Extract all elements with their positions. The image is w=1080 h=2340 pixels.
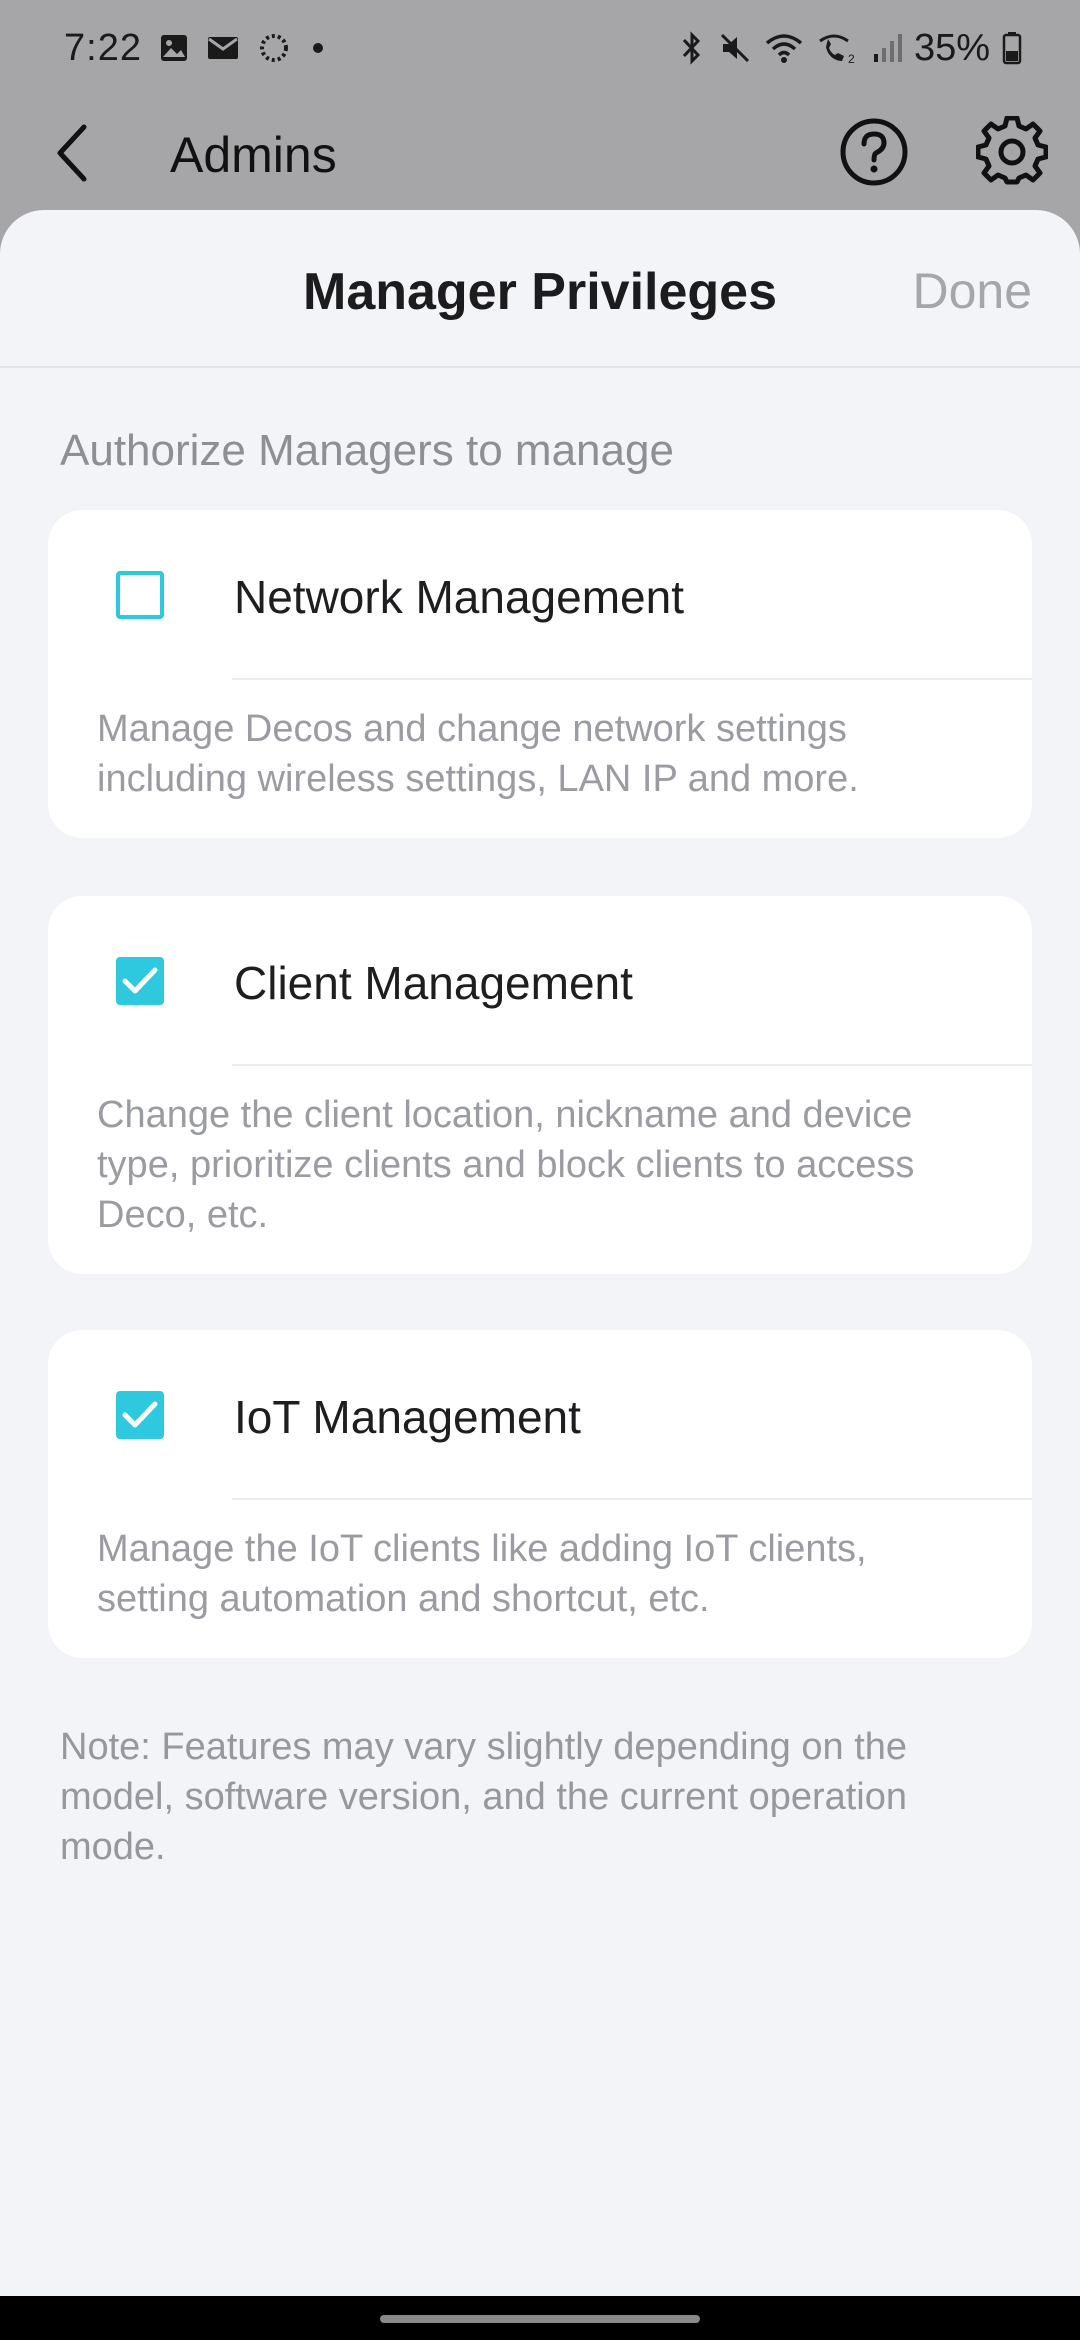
client-management-checkbox[interactable] xyxy=(116,957,164,1005)
status-time: 7:22 xyxy=(64,26,142,69)
privilege-row-iot[interactable]: IoT Management xyxy=(48,1330,1032,1500)
gallery-icon xyxy=(158,32,190,64)
dot-icon xyxy=(308,38,328,58)
gear-icon[interactable] xyxy=(975,115,1049,193)
home-indicator[interactable] xyxy=(380,2315,700,2323)
mail-icon xyxy=(206,34,240,62)
privilege-title: Network Management xyxy=(234,571,684,623)
section-label: Authorize Managers to manage xyxy=(60,426,674,475)
bluetooth-icon xyxy=(678,31,706,65)
signal-icon xyxy=(872,32,902,64)
privilege-row-network[interactable]: Network Management xyxy=(48,510,1032,680)
network-management-checkbox[interactable] xyxy=(116,571,164,619)
privilege-card-network: Network Management Manage Decos and chan… xyxy=(48,510,1032,838)
battery-percent: 35% xyxy=(913,26,990,69)
divider xyxy=(232,1498,1032,1500)
privilege-card-iot: IoT Management Manage the IoT clients li… xyxy=(48,1330,1032,1658)
battery-icon xyxy=(1002,31,1022,65)
status-bar: 7:22 2 35% xyxy=(0,0,1080,96)
features-note: Note: Features may vary slightly dependi… xyxy=(60,1726,908,1868)
privilege-description: Manage the IoT clients like adding IoT c… xyxy=(97,1528,867,1620)
sync-icon xyxy=(256,30,292,66)
svg-text:2: 2 xyxy=(848,52,855,65)
privilege-row-client[interactable]: Client Management xyxy=(48,896,1032,1066)
mute-icon xyxy=(718,31,752,65)
back-arrow-icon[interactable] xyxy=(52,118,112,188)
privilege-description: Change the client location, nickname and… xyxy=(97,1094,915,1236)
help-icon[interactable] xyxy=(838,116,910,193)
manager-privileges-sheet: Manager Privileges Done Authorize Manage… xyxy=(0,210,1080,2296)
navigation-bar xyxy=(0,2296,1080,2340)
privilege-title: IoT Management xyxy=(234,1391,581,1443)
privilege-card-client: Client Management Change the client loca… xyxy=(48,896,1032,1274)
status-bar-left: 7:22 xyxy=(64,27,328,70)
wifi-icon xyxy=(764,31,804,65)
wifi-calling-icon: 2 xyxy=(816,31,860,65)
done-button[interactable]: Done xyxy=(912,262,1032,320)
background-header: Admins xyxy=(0,96,1080,212)
divider xyxy=(232,678,1032,680)
background-page-title: Admins xyxy=(170,127,337,183)
privilege-description: Manage Decos and change network settings… xyxy=(97,708,859,800)
iot-management-checkbox[interactable] xyxy=(116,1391,164,1439)
status-bar-right: 2 35% xyxy=(678,27,1022,70)
divider xyxy=(232,1064,1032,1066)
privilege-title: Client Management xyxy=(234,957,633,1009)
checkmark-icon xyxy=(122,1401,158,1428)
checkmark-icon xyxy=(122,967,158,994)
sheet-header: Manager Privileges Done xyxy=(0,210,1080,368)
